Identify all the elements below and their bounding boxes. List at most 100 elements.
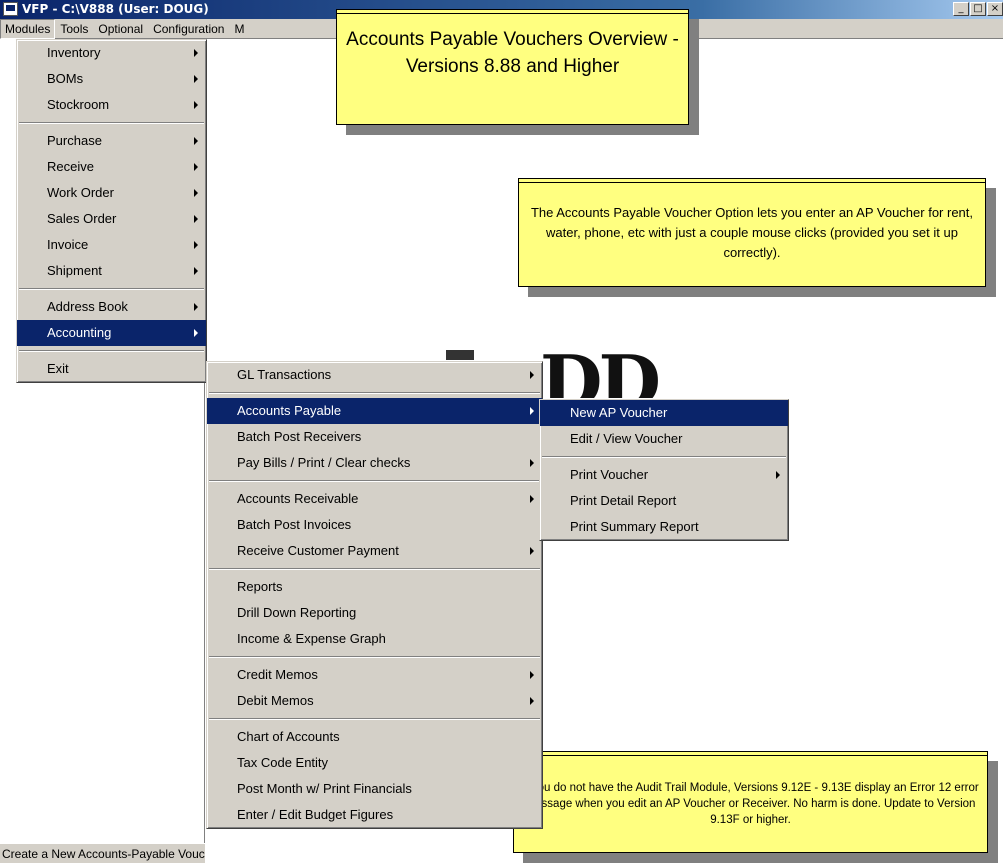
menu-separator (17, 284, 206, 294)
menu-m[interactable]: M (229, 19, 249, 39)
submenu-arrow-icon (530, 407, 534, 415)
title-callout: Accounts Payable Vouchers Overview - Ver… (336, 9, 689, 125)
menu-item-inventory[interactable]: Inventory (17, 40, 206, 66)
menu-item-print-voucher[interactable]: Print Voucher (540, 462, 788, 488)
menu-item-receive-customer-payment[interactable]: Receive Customer Payment (207, 538, 542, 564)
menu-item-label: Shipment (47, 263, 102, 278)
minimize-button[interactable]: _ (953, 2, 969, 16)
submenu-arrow-icon (530, 495, 534, 503)
background-logo: DD (540, 346, 661, 398)
menu-item-label: Inventory (47, 45, 101, 60)
callout-top-band (514, 752, 987, 756)
menu-item-label: Accounts Payable (237, 403, 342, 418)
menu-item-chart-of-accounts[interactable]: Chart of Accounts (207, 724, 542, 750)
submenu-arrow-icon (530, 459, 534, 467)
menu-item-stockroom[interactable]: Stockroom (17, 92, 206, 118)
menu-separator (207, 564, 542, 574)
accounts-payable-menu: New AP Voucher Edit / View Voucher Print… (539, 399, 789, 541)
submenu-arrow-icon (194, 137, 198, 145)
menu-item-label: Tax Code Entity (237, 755, 329, 770)
submenu-arrow-icon (194, 241, 198, 249)
menu-separator (207, 476, 542, 486)
menu-item-label: Exit (47, 361, 69, 376)
menu-item-debit-memos[interactable]: Debit Memos (207, 688, 542, 714)
menu-item-batch-post-receivers[interactable]: Batch Post Receivers (207, 424, 542, 450)
info-callout-text: The Accounts Payable Voucher Option lets… (530, 205, 974, 260)
menu-item-label: Batch Post Receivers (237, 429, 362, 444)
menu-item-gl-transactions[interactable]: GL Transactions (207, 362, 542, 388)
menu-item-exit[interactable]: Exit (17, 356, 206, 382)
info-callout: The Accounts Payable Voucher Option lets… (518, 178, 986, 287)
menu-item-label: Address Book (47, 299, 128, 314)
menu-configuration[interactable]: Configuration (148, 19, 229, 39)
menu-item-label: Print Summary Report (570, 519, 699, 534)
menu-item-budget-figures[interactable]: Enter / Edit Budget Figures (207, 802, 542, 828)
menu-item-label: GL Transactions (237, 367, 332, 382)
logo-fragment-left (446, 350, 474, 360)
menu-separator (17, 346, 206, 356)
menu-item-purchase[interactable]: Purchase (17, 128, 206, 154)
menu-item-pay-bills[interactable]: Pay Bills / Print / Clear checks (207, 450, 542, 476)
menu-item-label: BOMs (47, 71, 84, 86)
note-callout: If you do not have the Audit Trail Modul… (513, 751, 988, 853)
submenu-arrow-icon (194, 163, 198, 171)
submenu-arrow-icon (194, 101, 198, 109)
menu-separator (207, 714, 542, 724)
menu-item-credit-memos[interactable]: Credit Memos (207, 662, 542, 688)
menu-modules[interactable]: Modules (0, 19, 56, 39)
submenu-arrow-icon (194, 75, 198, 83)
menu-item-print-detail-report[interactable]: Print Detail Report (540, 488, 788, 514)
app-icon[interactable] (3, 2, 18, 16)
accounting-menu: GL Transactions Accounts Payable Batch P… (206, 361, 543, 829)
menu-item-label: Stockroom (47, 97, 110, 112)
submenu-arrow-icon (530, 547, 534, 555)
submenu-arrow-icon (194, 329, 198, 337)
menu-tools[interactable]: Tools (55, 19, 93, 39)
menu-item-accounts-receivable[interactable]: Accounts Receivable (207, 486, 542, 512)
menu-item-label: Print Voucher (570, 467, 649, 482)
close-button[interactable]: × (987, 2, 1003, 16)
menu-separator (207, 388, 542, 398)
menu-item-invoice[interactable]: Invoice (17, 232, 206, 258)
window-title: VFP - C:\V888 (User: DOUG) (22, 2, 209, 16)
callout-top-band (337, 10, 688, 14)
menu-item-label: Debit Memos (237, 693, 314, 708)
menu-item-label: Accounts Receivable (237, 491, 359, 506)
menu-item-label: Drill Down Reporting (237, 605, 357, 620)
menu-item-label: New AP Voucher (570, 405, 668, 420)
menu-item-post-month[interactable]: Post Month w/ Print Financials (207, 776, 542, 802)
menu-item-label: Invoice (47, 237, 89, 252)
menu-item-label: Receive (47, 159, 94, 174)
menu-item-edit-view-voucher[interactable]: Edit / View Voucher (540, 426, 788, 452)
menu-item-address-book[interactable]: Address Book (17, 294, 206, 320)
note-callout-text: If you do not have the Audit Trail Modul… (522, 782, 979, 826)
submenu-arrow-icon (194, 215, 198, 223)
menu-item-new-ap-voucher[interactable]: New AP Voucher (540, 400, 788, 426)
menu-optional[interactable]: Optional (93, 19, 148, 39)
menu-item-accounts-payable[interactable]: Accounts Payable (207, 398, 542, 424)
submenu-arrow-icon (194, 303, 198, 311)
submenu-arrow-icon (530, 371, 534, 379)
menu-separator (207, 652, 542, 662)
menu-item-label: Sales Order (47, 211, 117, 226)
menu-item-receive[interactable]: Receive (17, 154, 206, 180)
menu-item-shipment[interactable]: Shipment (17, 258, 206, 284)
menu-item-boms[interactable]: BOMs (17, 66, 206, 92)
menu-item-batch-post-invoices[interactable]: Batch Post Invoices (207, 512, 542, 538)
menu-item-tax-code-entity[interactable]: Tax Code Entity (207, 750, 542, 776)
menu-item-label: Purchase (47, 133, 102, 148)
maximize-button[interactable]: □ (970, 2, 986, 16)
menu-item-income-expense-graph[interactable]: Income & Expense Graph (207, 626, 542, 652)
menu-item-label: Credit Memos (237, 667, 318, 682)
submenu-arrow-icon (530, 671, 534, 679)
menu-item-print-summary-report[interactable]: Print Summary Report (540, 514, 788, 540)
menu-item-work-order[interactable]: Work Order (17, 180, 206, 206)
submenu-arrow-icon (194, 189, 198, 197)
menu-item-drill-down-reporting[interactable]: Drill Down Reporting (207, 600, 542, 626)
menu-item-sales-order[interactable]: Sales Order (17, 206, 206, 232)
menu-item-accounting[interactable]: Accounting (17, 320, 206, 346)
submenu-arrow-icon (530, 697, 534, 705)
menu-item-label: Reports (237, 579, 283, 594)
menu-item-label: Enter / Edit Budget Figures (237, 807, 394, 822)
menu-item-reports[interactable]: Reports (207, 574, 542, 600)
